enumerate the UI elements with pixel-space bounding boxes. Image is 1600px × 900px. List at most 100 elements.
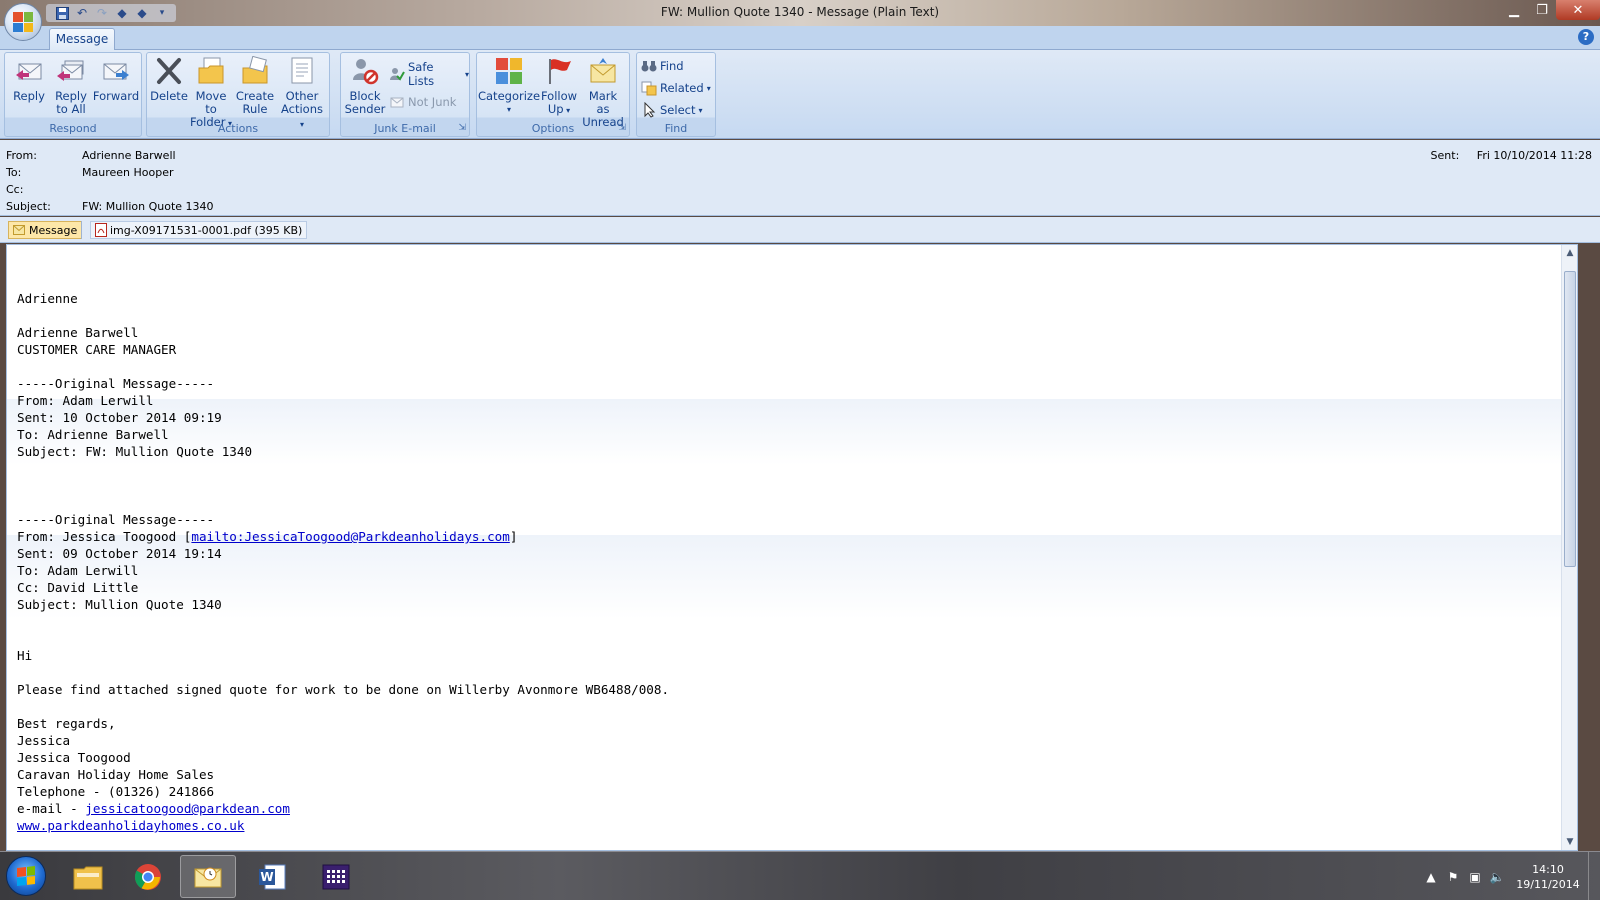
body-line: Jessica Toogood (17, 750, 131, 765)
taskbar-word[interactable]: W (244, 855, 300, 898)
taskbar-explorer[interactable] (60, 855, 116, 898)
svg-text:W: W (260, 870, 273, 884)
clock[interactable]: 14:10 19/11/2014 (1508, 862, 1588, 892)
pdf-attachment[interactable]: img-X09171531-0001.pdf (395 KB) (90, 221, 308, 239)
subject-label: Subject: (6, 200, 51, 213)
body-line: Please find attached signed quote for wo… (17, 682, 670, 697)
options-dialog-launcher-icon[interactable]: ⇲ (618, 123, 626, 133)
mark-unread-icon (587, 55, 619, 87)
body-line: Cc: David Little (17, 580, 139, 595)
calendar-app-icon (322, 864, 350, 889)
body-line: Adrienne (17, 291, 78, 306)
show-desktop-button[interactable] (1588, 852, 1600, 900)
junk-email-group: Block Sender Safe Lists ▾ Not Junk Junk E… (340, 52, 470, 137)
to-label: To: (6, 166, 22, 179)
message-attachment-tab[interactable]: Message (8, 221, 83, 239)
minimize-button[interactable]: ▁ (1500, 0, 1528, 20)
taskbar: W ▲ ⚑ ▣ 🔈 14:10 19/11/2014 (0, 851, 1600, 900)
vertical-scrollbar[interactable]: ▲ ▼ (1561, 245, 1577, 850)
office-button[interactable] (4, 3, 42, 41)
restore-button[interactable]: ❐ (1528, 0, 1556, 20)
move-to-folder-label-1: Move to (195, 89, 227, 116)
attachment-bar: Message img-X09171531-0001.pdf (395 KB) (0, 217, 1600, 243)
action-center-flag-icon[interactable]: ⚑ (1442, 868, 1464, 886)
body-line: Sent: 09 October 2014 19:14 (17, 546, 222, 561)
volume-icon[interactable]: 🔈 (1486, 868, 1508, 886)
body-line: Adrienne Barwell (17, 325, 139, 340)
related-button[interactable]: Related ▾ (641, 79, 711, 97)
categorize-label: Categorize (477, 89, 541, 103)
body-line: CUSTOMER CARE MANAGER (17, 342, 177, 357)
outlook-icon (194, 867, 222, 887)
scroll-up-icon[interactable]: ▲ (1562, 245, 1577, 261)
delete-icon (153, 55, 185, 87)
to-value[interactable]: Maureen Hooper (82, 166, 174, 179)
ribbon: Reply Reply to All Forward Respond Delet… (0, 50, 1600, 139)
junk-dialog-launcher-icon[interactable]: ⇲ (458, 123, 466, 133)
other-actions-button[interactable]: Other Actions ▾ (279, 55, 325, 131)
reply-all-button[interactable]: Reply to All (51, 55, 91, 116)
create-rule-button[interactable]: Create Rule (235, 55, 275, 116)
scrollbar-thumb[interactable] (1564, 271, 1576, 567)
options-group: Categorize ▾ Follow Up ▾ Mark as Unread … (476, 52, 630, 137)
reply-label: Reply (13, 89, 45, 103)
website-link[interactable]: www.parkdeanholidayhomes.co.uk (17, 818, 244, 833)
other-actions-icon (286, 55, 318, 87)
taskbar-chrome[interactable] (120, 855, 176, 898)
cursor-icon (641, 102, 657, 118)
tab-message[interactable]: Message (49, 28, 115, 51)
from-label: From: (6, 149, 37, 162)
categorize-button[interactable]: Categorize ▾ (477, 55, 541, 116)
network-icon[interactable]: ▣ (1464, 868, 1486, 886)
sent-value: Fri 10/10/2014 11:28 (1476, 149, 1592, 162)
scroll-down-icon[interactable]: ▼ (1562, 834, 1577, 850)
select-button[interactable]: Select ▾ (641, 101, 703, 119)
safe-lists-button[interactable]: Safe Lists ▾ (389, 60, 469, 88)
other-actions-label-2: Actions (280, 102, 323, 116)
delete-button[interactable]: Delete (150, 55, 188, 103)
help-icon[interactable]: ? (1578, 29, 1594, 45)
body-line: Best regards, (17, 716, 116, 731)
start-button[interactable] (6, 856, 46, 896)
flag-icon (543, 55, 575, 87)
pdf-icon (95, 223, 107, 237)
body-line: Sent: 10 October 2014 09:19 (17, 410, 222, 425)
find-label: Find (660, 59, 684, 73)
mark-unread-button[interactable]: Mark as Unread (581, 55, 625, 129)
not-junk-button[interactable]: Not Junk (389, 93, 456, 111)
taskbar-calendar-app[interactable] (308, 855, 364, 898)
reply-all-icon (55, 55, 87, 87)
reply-all-label-2: to All (56, 102, 86, 116)
close-button[interactable]: ✕ (1556, 0, 1600, 20)
mailto-link[interactable]: mailto:JessicaToogood@Parkdeanholidays.c… (191, 529, 509, 544)
block-sender-button[interactable]: Block Sender (345, 55, 385, 116)
forward-button[interactable]: Forward (93, 55, 139, 103)
related-icon (641, 80, 657, 96)
select-label: Select (660, 103, 696, 117)
message-body[interactable]: Adrienne Adrienne Barwell CUSTOMER CARE … (6, 244, 1578, 851)
mark-unread-label-1: Mark as (588, 89, 618, 116)
body-line: From: Adam Lerwill (17, 393, 154, 408)
reply-icon (13, 55, 45, 87)
ribbon-tab-strip: Message ? (0, 26, 1600, 51)
from-value[interactable]: Adrienne Barwell (82, 149, 176, 162)
delete-label: Delete (150, 89, 188, 103)
sent-label: Sent: (1430, 149, 1460, 162)
clock-date: 19/11/2014 (1516, 877, 1580, 891)
respond-group: Reply Reply to All Forward Respond (4, 52, 142, 137)
find-button[interactable]: Find (641, 57, 684, 75)
show-hidden-icons-icon[interactable]: ▲ (1420, 868, 1442, 886)
follow-up-button[interactable]: Follow Up ▾ (539, 55, 579, 117)
find-group: Find Related ▾ Select ▾ Find (636, 52, 716, 137)
reply-button[interactable]: Reply (11, 55, 47, 103)
move-to-folder-button[interactable]: Move to Folder ▾ (189, 55, 233, 130)
body-line: Telephone - (01326) 241866 (17, 784, 215, 799)
taskbar-outlook[interactable] (180, 855, 236, 898)
body-line: From: Jessica Toogood [ (17, 529, 192, 544)
actions-group: Delete Move to Folder ▾ Create Rule Othe… (146, 52, 330, 137)
respond-group-label: Respond (49, 122, 97, 135)
body-line: Caravan Holiday Home Sales (17, 767, 215, 782)
message-attachment-label: Message (29, 223, 78, 237)
email-link[interactable]: jessicatoogood@parkdean.com (85, 801, 290, 816)
explorer-icon (73, 866, 103, 889)
